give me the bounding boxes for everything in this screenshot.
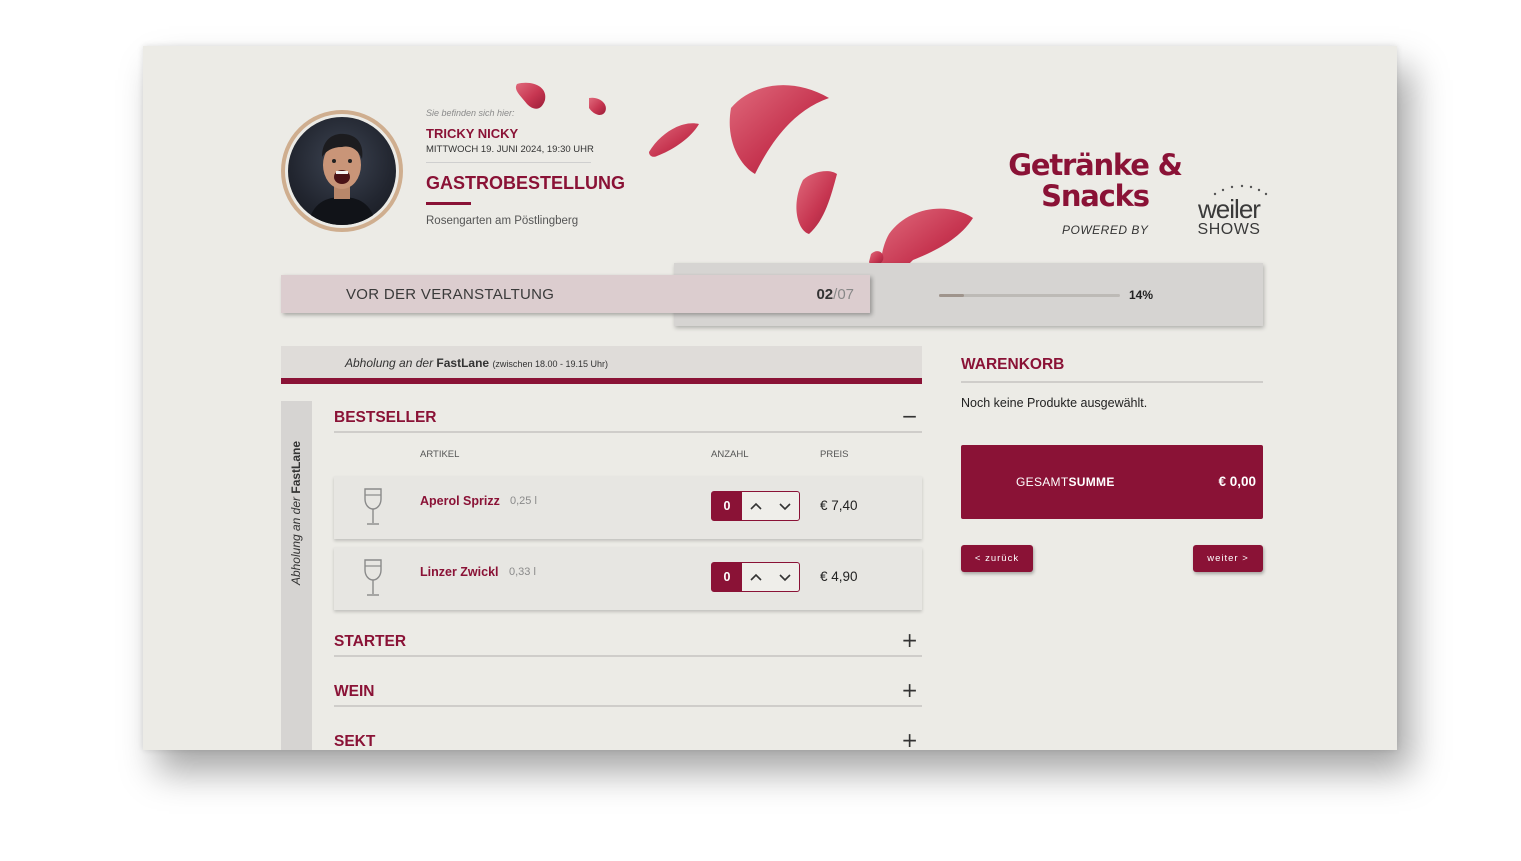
side-label-location: FastLane <box>289 440 303 494</box>
artist-portrait <box>288 117 396 225</box>
petal <box>515 82 546 109</box>
progress-fill <box>939 294 965 297</box>
total-label: GESAMTSUMME <box>1016 475 1115 489</box>
title-underline <box>426 202 471 205</box>
increase-button[interactable] <box>742 492 771 520</box>
quantity-value[interactable]: 0 <box>712 492 742 520</box>
pickup-location: FastLane <box>436 356 490 370</box>
expand-icon[interactable]: + <box>901 628 918 652</box>
pickup-accent-line <box>281 378 922 384</box>
product-row: Linzer Zwickl 0,33 l 0 € 4,90 <box>334 547 922 610</box>
quantity-value[interactable]: 0 <box>712 563 742 591</box>
wine-glass-icon <box>364 488 382 525</box>
category-title: STARTER <box>334 633 407 650</box>
cart-empty-message: Noch keine Produkte ausgewählt. <box>961 396 1148 410</box>
brand-logo: Getränke & Snacks <box>1005 150 1185 212</box>
category-title: BESTSELLER <box>334 409 437 426</box>
pickup-time: (zwischen 18.00 - 19.15 Uhr) <box>492 359 608 369</box>
pickup-prefix: Abholung an der <box>345 356 437 370</box>
back-button[interactable]: < zurück <box>961 545 1033 572</box>
artist-portrait-icon <box>308 133 376 225</box>
logo-dots-icon <box>1213 184 1268 196</box>
expand-icon[interactable]: + <box>901 678 918 702</box>
step-current: 02 <box>816 286 834 303</box>
app-frame: Sie befinden sich hier: TRICKY NICKY MIT… <box>143 46 1397 750</box>
show-name: TRICKY NICKY <box>426 126 519 141</box>
page-title: GASTROBESTELLUNG <box>426 173 626 193</box>
collapse-icon[interactable]: − <box>901 404 918 428</box>
category-title: SEKT <box>334 733 376 750</box>
petal <box>649 123 699 157</box>
step-label: VOR DER VERANSTALTUNG <box>346 286 555 303</box>
step-total: 07 <box>837 286 854 303</box>
next-button[interactable]: weiter > <box>1193 545 1263 572</box>
brand-line-1: Getränke & <box>1008 148 1183 182</box>
quantity-stepper[interactable]: 0 <box>711 562 800 592</box>
total-label-bold: SUMME <box>1068 475 1115 489</box>
progress-track <box>939 294 1120 297</box>
column-header-article: ARTIKEL <box>420 449 460 460</box>
product-price: € 7,40 <box>820 498 858 513</box>
category-title: WEIN <box>334 683 375 700</box>
total-value: € 0,00 <box>1218 474 1256 489</box>
chevron-down-icon <box>779 502 791 510</box>
cart-total-box: GESAMTSUMME € 0,00 <box>961 445 1263 519</box>
chevron-down-icon <box>779 573 791 581</box>
product-name: Linzer Zwickl <box>420 565 499 579</box>
artist-avatar <box>281 110 403 232</box>
breadcrumb-label: Sie befinden sich hier: <box>426 108 515 118</box>
chevron-up-icon <box>750 502 762 510</box>
partner-logo-bottom: SHOWS <box>1197 221 1261 238</box>
powered-by-label: POWERED BY <box>1062 223 1149 237</box>
product-size: 0,33 l <box>509 566 536 578</box>
chevron-up-icon <box>750 573 762 581</box>
show-date: MITTWOCH 19. JUNI 2024, 19:30 UHR <box>426 144 594 155</box>
quantity-stepper[interactable]: 0 <box>711 491 800 521</box>
product-row: Aperol Sprizz 0,25 l 0 € 7,40 <box>334 476 922 539</box>
total-label-prefix: GESAMT <box>1016 475 1069 489</box>
decrease-button[interactable] <box>771 492 800 520</box>
brand-line-2: Snacks <box>1041 179 1150 213</box>
pickup-info: Abholung an der FastLane (zwischen 18.00… <box>345 356 608 370</box>
column-header-price: PREIS <box>820 449 849 460</box>
category-bestseller[interactable]: BESTSELLER − <box>334 400 922 433</box>
column-header-quantity: ANZAHL <box>711 449 749 460</box>
product-size: 0,25 l <box>510 495 537 507</box>
decrease-button[interactable] <box>771 563 800 591</box>
progress-percent: 14% <box>1129 288 1154 302</box>
category-starter[interactable]: STARTER + <box>334 624 922 657</box>
petal <box>589 97 606 115</box>
category-sekt[interactable]: SEKT + <box>334 724 922 750</box>
partner-logo: weiler SHOWS <box>1191 184 1268 238</box>
side-strip: Abholung an der FastLane <box>281 401 312 750</box>
pickup-bar: Abholung an der FastLane (zwischen 18.00… <box>281 346 922 378</box>
cart-title: WARENKORB <box>961 356 1065 373</box>
step-counter: 02/07 <box>816 286 854 303</box>
product-name: Aperol Sprizz <box>420 494 500 508</box>
side-pickup-label: Abholung an der FastLane <box>289 441 303 585</box>
petal <box>729 85 829 174</box>
product-price: € 4,90 <box>820 569 858 584</box>
venue-name: Rosengarten am Pöstlingberg <box>426 215 579 227</box>
step-bar: VOR DER VERANSTALTUNG 02/07 <box>281 275 870 313</box>
partner-logo-top: weiler <box>1198 194 1261 224</box>
expand-icon[interactable]: + <box>901 728 918 750</box>
wine-glass-icon <box>364 559 382 596</box>
category-wein[interactable]: WEIN + <box>334 674 922 707</box>
header-divider <box>426 162 591 163</box>
increase-button[interactable] <box>742 563 771 591</box>
cart-divider <box>961 381 1263 383</box>
petal <box>796 171 837 234</box>
side-label-prefix: Abholung an der <box>289 493 303 586</box>
